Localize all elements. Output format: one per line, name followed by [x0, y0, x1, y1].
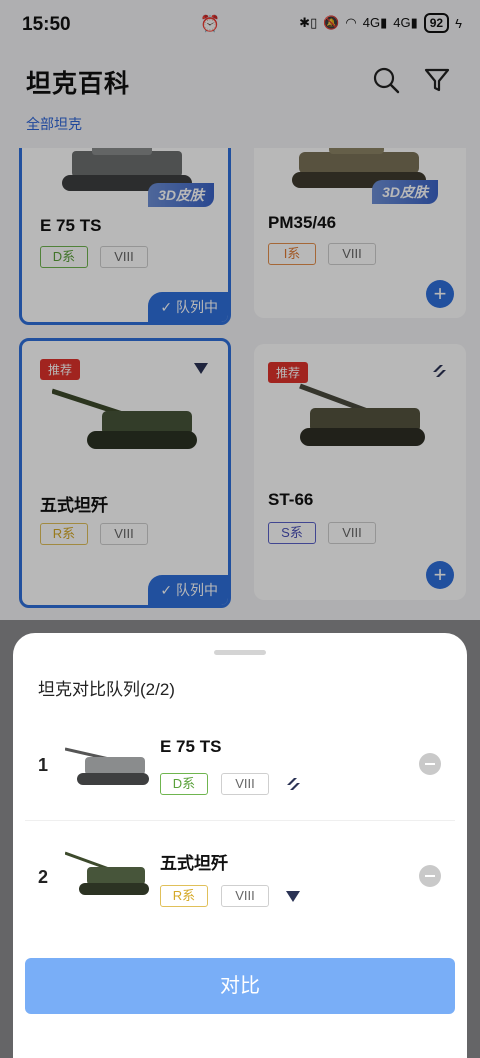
tier-tag: VIII — [221, 885, 269, 907]
remove-button[interactable] — [419, 753, 441, 775]
row-index: 2 — [38, 867, 49, 887]
tank-image — [65, 747, 149, 785]
remove-button[interactable] — [419, 865, 441, 887]
queue-row: 2 五式坦歼 R系 VIII — [13, 827, 467, 927]
row-index: 1 — [38, 755, 49, 775]
tier-tag: VIII — [221, 773, 269, 795]
queue-row: 1 E 75 TS D系 VIII — [13, 715, 467, 815]
sheet-grabber[interactable] — [214, 650, 266, 655]
tank-name: E 75 TS — [160, 737, 222, 756]
compare-sheet: 坦克对比队列(2/2) 1 E 75 TS D系 VIII 2 五式坦歼 R系 … — [13, 633, 467, 1058]
nation-tag: R系 — [160, 885, 208, 907]
tank-image — [65, 851, 149, 895]
heavy-tank-icon — [287, 778, 300, 790]
row-divider — [25, 820, 455, 821]
td-triangle-icon — [286, 891, 300, 902]
sheet-title: 坦克对比队列(2/2) — [38, 680, 175, 699]
nation-tag: D系 — [160, 773, 208, 795]
tank-name: 五式坦歼 — [160, 854, 228, 873]
compare-button[interactable]: 对比 — [25, 958, 455, 1014]
